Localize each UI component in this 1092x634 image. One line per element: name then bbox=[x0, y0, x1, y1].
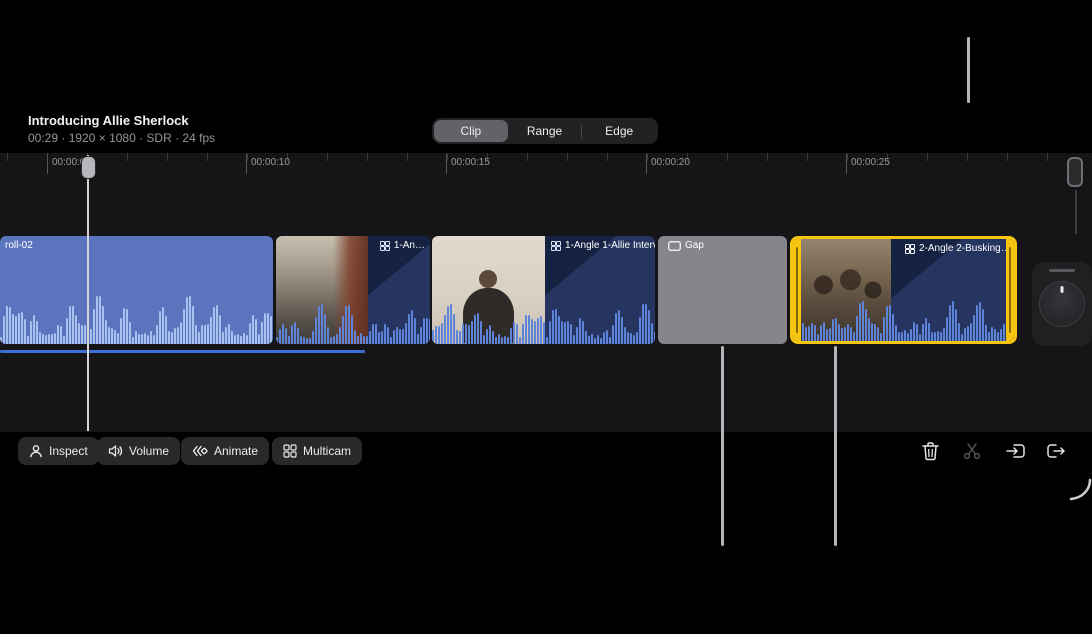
clip-name: 1-An… bbox=[394, 240, 425, 251]
animate-icon bbox=[192, 444, 208, 458]
animate-button[interactable]: Animate bbox=[181, 437, 269, 465]
animate-label: Animate bbox=[214, 444, 258, 458]
overwrite-button[interactable] bbox=[1044, 439, 1068, 463]
multicam-icon bbox=[905, 244, 915, 254]
timeline-scroll-indicator[interactable] bbox=[0, 350, 365, 353]
playhead-handle[interactable] bbox=[81, 156, 96, 179]
jog-knob[interactable] bbox=[1039, 281, 1085, 327]
gap-icon bbox=[668, 241, 681, 251]
callout-line-selected-clip bbox=[834, 346, 837, 546]
volume-label: Volume bbox=[129, 444, 169, 458]
trim-handle-left[interactable] bbox=[793, 239, 801, 341]
insert-icon bbox=[1005, 441, 1027, 461]
clip-name: 2-Angle 2-Busking… bbox=[919, 243, 1011, 254]
clip-header: 1-An… bbox=[380, 240, 425, 251]
audio-waveform bbox=[793, 301, 1014, 341]
multicam-label: Multicam bbox=[303, 444, 351, 458]
audio-waveform bbox=[0, 296, 273, 344]
overwrite-icon bbox=[1045, 441, 1067, 461]
jog-handle-bar bbox=[1049, 269, 1075, 272]
clip-name: roll-02 bbox=[5, 240, 33, 251]
zoom-slider-thumb[interactable] bbox=[1067, 157, 1083, 187]
volume-icon bbox=[108, 444, 123, 458]
clip-name: Gap bbox=[685, 240, 704, 251]
inspect-button[interactable]: Inspect bbox=[18, 437, 99, 465]
clip-broll-audio[interactable]: roll-02 bbox=[0, 236, 273, 344]
clip-name: 1-Angle 1-Allie Intervi… bbox=[565, 240, 655, 251]
zoom-slider-track bbox=[1075, 190, 1077, 234]
trash-icon bbox=[921, 441, 940, 461]
inspect-icon bbox=[29, 444, 43, 458]
project-metadata: 00:29 · 1920 × 1080 · SDR · 24 fps bbox=[28, 131, 215, 145]
ruler-minor-ticks bbox=[0, 153, 1060, 161]
jog-wheel[interactable] bbox=[1032, 262, 1092, 346]
volume-button[interactable]: Volume bbox=[97, 437, 180, 465]
timeline-ruler[interactable]: 00:00:05 00:00:10 00:00:15 00:00:20 00:0… bbox=[0, 153, 1060, 183]
delete-button[interactable] bbox=[918, 439, 942, 463]
clip-header: 2-Angle 2-Busking… bbox=[905, 243, 1011, 254]
insert-button[interactable] bbox=[1004, 439, 1028, 463]
multicam-icon bbox=[380, 241, 390, 251]
zoom-slider[interactable] bbox=[1066, 156, 1086, 236]
window-corner-arc bbox=[1068, 478, 1092, 502]
header: Introducing Allie Sherlock 00:29 · 1920 … bbox=[0, 95, 1092, 153]
clip-lane: roll-02 1-An… bbox=[0, 236, 1092, 344]
blade-button[interactable] bbox=[960, 439, 984, 463]
multicam-icon bbox=[283, 444, 297, 458]
clip-busking-selected[interactable]: 2-Angle 2-Busking… bbox=[790, 236, 1017, 344]
timeline-area: 00:00:05 00:00:10 00:00:15 00:00:20 00:0… bbox=[0, 153, 1092, 432]
screenshot-root: Introducing Allie Sherlock 00:29 · 1920 … bbox=[0, 0, 1092, 634]
tab-edge[interactable]: Edge bbox=[582, 120, 656, 142]
clip-allie-interview[interactable]: 1-Angle 1-Allie Intervi… bbox=[432, 236, 655, 344]
clip-angle1-short[interactable]: 1-An… bbox=[276, 236, 430, 344]
trim-handle-right[interactable] bbox=[1006, 239, 1014, 341]
blade-icon bbox=[962, 441, 982, 461]
project-title: Introducing Allie Sherlock bbox=[28, 113, 189, 128]
tab-range[interactable]: Range bbox=[508, 120, 582, 142]
callout-line-top bbox=[967, 37, 970, 103]
audio-waveform bbox=[432, 304, 655, 344]
tab-clip[interactable]: Clip bbox=[434, 120, 508, 142]
multicam-icon bbox=[551, 241, 561, 251]
inspect-label: Inspect bbox=[49, 444, 88, 458]
clip-gap[interactable]: Gap bbox=[658, 236, 787, 344]
callout-line-gap-clip bbox=[721, 346, 724, 546]
multicam-button[interactable]: Multicam bbox=[272, 437, 362, 465]
playhead-line bbox=[87, 155, 89, 431]
audio-waveform bbox=[276, 304, 430, 344]
selection-mode-control: Clip Range Edge bbox=[432, 118, 658, 144]
bottom-toolbar: Inspect Volume Animate bbox=[0, 432, 1092, 476]
clip-header: Gap bbox=[668, 240, 704, 251]
clip-header: 1-Angle 1-Allie Intervi… bbox=[551, 240, 655, 251]
